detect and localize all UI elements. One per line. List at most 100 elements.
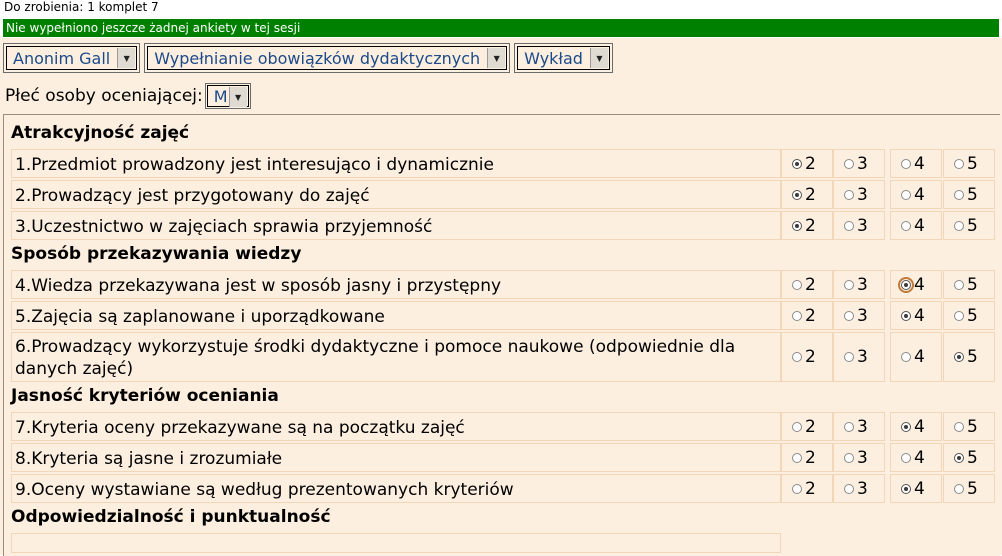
rating-option-5[interactable]: 5 bbox=[943, 474, 995, 503]
rating-option-5[interactable]: 5 bbox=[943, 443, 995, 472]
radio-button[interactable] bbox=[844, 452, 854, 463]
rating-option-4[interactable]: 4 bbox=[890, 412, 942, 441]
rating-label: 3 bbox=[857, 215, 868, 236]
rating-label: 3 bbox=[857, 274, 868, 295]
rating-option-3[interactable]: 3 bbox=[833, 443, 885, 472]
rating-label: 2 bbox=[805, 184, 816, 205]
radio-button[interactable] bbox=[844, 310, 854, 321]
rating-option-4[interactable]: 4 bbox=[890, 149, 942, 178]
rating-option-5[interactable]: 5 bbox=[943, 180, 995, 209]
radio-button[interactable] bbox=[844, 189, 854, 200]
rating-option-2[interactable]: 2 bbox=[781, 211, 833, 240]
radio-button[interactable] bbox=[844, 220, 854, 231]
radio-button[interactable] bbox=[901, 483, 911, 494]
rating-option-2[interactable]: 2 bbox=[781, 332, 833, 382]
radio-button[interactable] bbox=[901, 310, 911, 321]
radio-button[interactable] bbox=[901, 352, 911, 362]
rating-option-4[interactable]: 4 bbox=[890, 211, 942, 240]
radio-button[interactable] bbox=[901, 452, 911, 463]
rating-option-5[interactable]: 5 bbox=[943, 211, 995, 240]
radio-button[interactable] bbox=[901, 220, 911, 231]
person-select[interactable]: Anonim Gall ▼ bbox=[6, 46, 138, 70]
rating-label: 3 bbox=[857, 305, 868, 326]
radio-button[interactable] bbox=[954, 220, 964, 231]
rating-label: 3 bbox=[857, 153, 868, 174]
rating-label: 5 bbox=[967, 416, 978, 437]
radio-button[interactable] bbox=[901, 158, 911, 169]
rating-option-2[interactable]: 2 bbox=[781, 149, 833, 178]
rating-option-2[interactable]: 2 bbox=[781, 301, 833, 330]
radio-button[interactable] bbox=[954, 452, 964, 463]
rating-option-2[interactable]: 2 bbox=[781, 270, 833, 299]
rating-label: 3 bbox=[857, 478, 868, 499]
radio-button[interactable] bbox=[898, 276, 914, 293]
radio-button[interactable] bbox=[792, 352, 802, 362]
rating-option-3[interactable]: 3 bbox=[833, 332, 885, 382]
radio-button[interactable] bbox=[792, 220, 802, 231]
radio-button[interactable] bbox=[792, 279, 802, 290]
rating-option-5[interactable]: 5 bbox=[943, 412, 995, 441]
chevron-down-icon[interactable]: ▼ bbox=[487, 48, 506, 68]
rating-label: 2 bbox=[805, 305, 816, 326]
rating-option-3[interactable]: 3 bbox=[833, 474, 885, 503]
rating-option-5[interactable]: 5 bbox=[943, 301, 995, 330]
radio-button[interactable] bbox=[901, 421, 911, 432]
info-bar: Nie wypełniono jeszcze żadnej ankiety w … bbox=[3, 19, 999, 37]
radio-button[interactable] bbox=[792, 158, 802, 169]
radio-button[interactable] bbox=[901, 189, 911, 200]
radio-button[interactable] bbox=[792, 310, 802, 321]
chevron-down-icon[interactable]: ▼ bbox=[228, 87, 247, 107]
rating-label: 2 bbox=[805, 416, 816, 437]
radio-button[interactable] bbox=[954, 158, 964, 169]
rating-option-4[interactable]: 4 bbox=[890, 443, 942, 472]
rating-option-3[interactable]: 3 bbox=[833, 211, 885, 240]
rating-option-4[interactable]: 4 bbox=[890, 332, 942, 382]
rating-option-3[interactable]: 3 bbox=[833, 149, 885, 178]
rating-option-4[interactable]: 4 bbox=[890, 180, 942, 209]
question-text: 3.Uczestnictwo w zajęciach sprawia przyj… bbox=[11, 211, 781, 240]
radio-button[interactable] bbox=[954, 352, 964, 362]
radio-button[interactable] bbox=[844, 352, 854, 362]
question-text: 1.Przedmiot prowadzony jest interesująco… bbox=[11, 149, 781, 178]
radio-button[interactable] bbox=[792, 452, 802, 463]
rating-label: 4 bbox=[914, 153, 925, 174]
radio-button[interactable] bbox=[844, 483, 854, 494]
rating-option-4[interactable]: 4 bbox=[890, 301, 942, 330]
rating-label: 2 bbox=[805, 478, 816, 499]
radio-button[interactable] bbox=[844, 421, 854, 432]
rating-option-3[interactable]: 3 bbox=[833, 412, 885, 441]
chevron-down-icon[interactable]: ▼ bbox=[589, 48, 608, 68]
rating-label: 5 bbox=[967, 447, 978, 468]
radio-button[interactable] bbox=[792, 421, 802, 432]
rating-option-2[interactable]: 2 bbox=[781, 412, 833, 441]
type-select[interactable]: Wykład ▼ bbox=[517, 46, 610, 70]
rating-option-3[interactable]: 3 bbox=[833, 301, 885, 330]
rating-option-5[interactable]: 5 bbox=[943, 149, 995, 178]
radio-button[interactable] bbox=[844, 158, 854, 169]
radio-button[interactable] bbox=[792, 189, 802, 200]
question-row-partial bbox=[11, 533, 781, 553]
rating-option-2[interactable]: 2 bbox=[781, 443, 833, 472]
rating-option-2[interactable]: 2 bbox=[781, 474, 833, 503]
radio-button[interactable] bbox=[954, 279, 964, 290]
rating-option-4[interactable]: 4 bbox=[890, 474, 942, 503]
radio-button[interactable] bbox=[954, 310, 964, 321]
chevron-down-icon[interactable]: ▼ bbox=[117, 48, 136, 68]
radio-button[interactable] bbox=[792, 483, 802, 494]
rating-option-3[interactable]: 3 bbox=[833, 270, 885, 299]
radio-button[interactable] bbox=[954, 421, 964, 432]
gender-select[interactable]: M ▼ bbox=[206, 85, 249, 107]
category-select[interactable]: Wypełnianie obowiązków dydaktycznych ▼ bbox=[147, 46, 508, 70]
rating-option-2[interactable]: 2 bbox=[781, 180, 833, 209]
radio-button[interactable] bbox=[844, 279, 854, 290]
rating-option-3[interactable]: 3 bbox=[833, 180, 885, 209]
radio-button[interactable] bbox=[954, 483, 964, 494]
rating-option-5[interactable]: 5 bbox=[943, 270, 995, 299]
question-text: 9.Oceny wystawiane są według prezentowan… bbox=[11, 474, 781, 503]
radio-button[interactable] bbox=[954, 189, 964, 200]
section-title: Atrakcyjność zajęć bbox=[11, 123, 190, 143]
rating-label: 3 bbox=[857, 347, 868, 367]
rating-option-5[interactable]: 5 bbox=[943, 332, 995, 382]
rating-label: 2 bbox=[805, 447, 816, 468]
rating-option-4[interactable]: 4 bbox=[890, 270, 942, 299]
